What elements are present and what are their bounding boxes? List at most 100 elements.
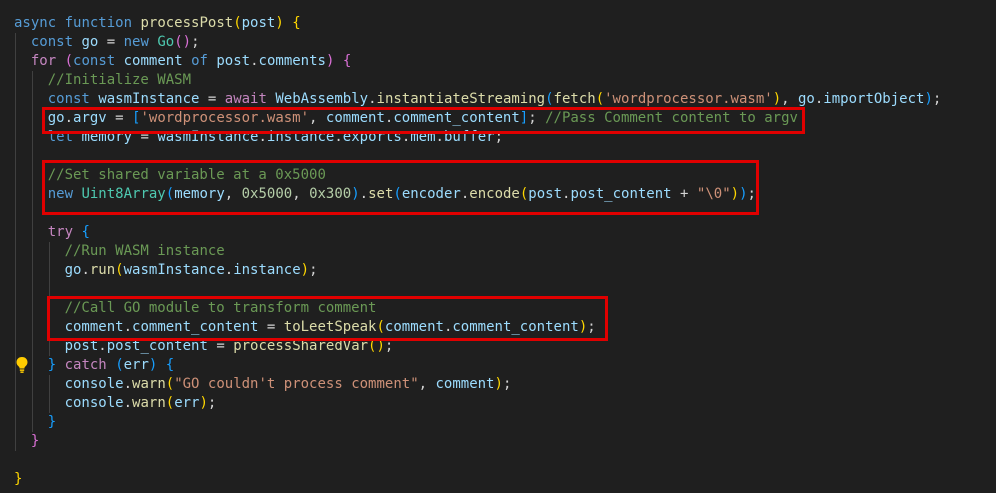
code-token: ,	[418, 376, 436, 392]
code-line[interactable]: go.run(wasmInstance.instance);	[14, 261, 318, 280]
code-token: new	[123, 34, 149, 50]
code-token: {	[81, 224, 90, 240]
code-line[interactable]: //Run WASM instance	[14, 242, 225, 261]
code-token: ;	[528, 110, 546, 126]
code-token: (	[115, 357, 124, 373]
code-token: console	[64, 376, 124, 392]
code-line[interactable]: async function processPost(post) {	[14, 14, 301, 33]
code-line[interactable]: //Call GO module to transform comment	[14, 299, 377, 318]
code-token: post	[241, 15, 276, 31]
code-token: =	[199, 91, 225, 107]
code-token: err	[123, 357, 149, 373]
code-line[interactable]: }	[14, 413, 56, 432]
code-line[interactable]: go.argv = ['wordprocessor.wasm', comment…	[14, 109, 798, 128]
code-token: importObject	[823, 91, 925, 107]
code-token: wasmInstance	[157, 129, 259, 145]
code-token: .	[123, 319, 133, 335]
code-token: ;	[191, 34, 200, 50]
code-token: 0x5000	[241, 186, 293, 202]
code-token: const	[73, 53, 116, 69]
code-token: //Pass Comment content to argv	[545, 110, 798, 126]
code-line[interactable]: new Uint8Array(memory, 0x5000, 0x300).se…	[14, 185, 756, 204]
code-line[interactable]: console.warn("GO couldn't process commen…	[14, 375, 512, 394]
code-token: ;	[309, 262, 318, 278]
code-token: wasmInstance	[98, 91, 200, 107]
code-token: go	[47, 110, 65, 126]
code-token: )	[351, 186, 360, 202]
code-token: instance	[233, 262, 301, 278]
code-token: 'wordprocessor.wasm'	[604, 91, 773, 107]
code-token: "GO couldn't process comment"	[174, 376, 419, 392]
code-token: encoder	[401, 186, 461, 202]
code-token: catch	[64, 357, 107, 373]
code-token: (	[376, 319, 385, 335]
code-token: )	[300, 262, 310, 278]
code-token: wasmInstance	[123, 262, 225, 278]
lightbulb-icon[interactable]	[15, 356, 29, 374]
code-token: post_content	[570, 186, 672, 202]
code-token: encode	[469, 186, 520, 202]
code-token: )	[578, 319, 588, 335]
code-token: err	[174, 395, 200, 411]
code-token: =	[106, 110, 133, 126]
code-line[interactable]: const wasmInstance = await WebAssembly.i…	[14, 90, 942, 109]
code-token: processPost	[140, 15, 234, 31]
code-editor[interactable]: async function processPost(post) { const…	[0, 0, 996, 493]
code-token: of	[191, 53, 208, 69]
code-line[interactable]: comment.comment_content = toLeetSpeak(co…	[14, 318, 596, 337]
code-token: ]	[519, 110, 529, 126]
code-token: instantiateStreaming	[376, 91, 546, 107]
code-line[interactable]: post.post_content = processSharedVar();	[14, 337, 394, 356]
code-line[interactable]: //Set shared variable at a 0x5000	[14, 166, 326, 185]
code-line[interactable]: const go = new Go();	[14, 33, 200, 52]
code-token: )	[924, 91, 933, 107]
code-token: +	[671, 186, 697, 202]
code-token: .	[64, 110, 74, 126]
code-token: 'wordprocessor.wasm'	[140, 110, 310, 126]
code-token: )	[494, 376, 503, 392]
code-token: .	[401, 129, 411, 145]
code-token: buffer	[443, 129, 495, 145]
code-token: async	[14, 15, 57, 31]
code-token: =	[207, 338, 234, 354]
code-line[interactable]: try {	[14, 223, 90, 242]
code-line[interactable]: let memory = wasmInstance.instance.expor…	[14, 128, 503, 147]
code-token: //Initialize WASM	[47, 72, 192, 88]
code-line[interactable]: } catch (err) {	[14, 356, 175, 375]
code-token: ;	[384, 338, 394, 354]
code-token: .	[435, 129, 444, 145]
code-token: warn	[132, 376, 166, 392]
code-token: .	[250, 53, 259, 69]
code-token: WebAssembly	[275, 91, 369, 107]
code-token: comment	[384, 319, 444, 335]
code-token: )	[772, 91, 782, 107]
code-token: }	[30, 433, 40, 449]
code-line[interactable]: }	[14, 432, 39, 451]
code-token: (	[545, 91, 554, 107]
code-line[interactable]: for (const comment of post.comments) {	[14, 52, 351, 71]
code-token: warn	[132, 395, 166, 411]
code-token: set	[368, 186, 394, 202]
code-line[interactable]: console.warn(err);	[14, 394, 217, 413]
code-token: (	[393, 186, 402, 202]
code-line[interactable]: //Initialize WASM	[14, 71, 191, 90]
code-token: ;	[207, 395, 217, 411]
code-token: )	[739, 186, 748, 202]
code-line[interactable]: }	[14, 470, 22, 489]
code-token: ;	[502, 376, 512, 392]
code-token: //Set shared variable at a 0x5000	[47, 167, 326, 183]
code-token: instance	[266, 129, 335, 145]
